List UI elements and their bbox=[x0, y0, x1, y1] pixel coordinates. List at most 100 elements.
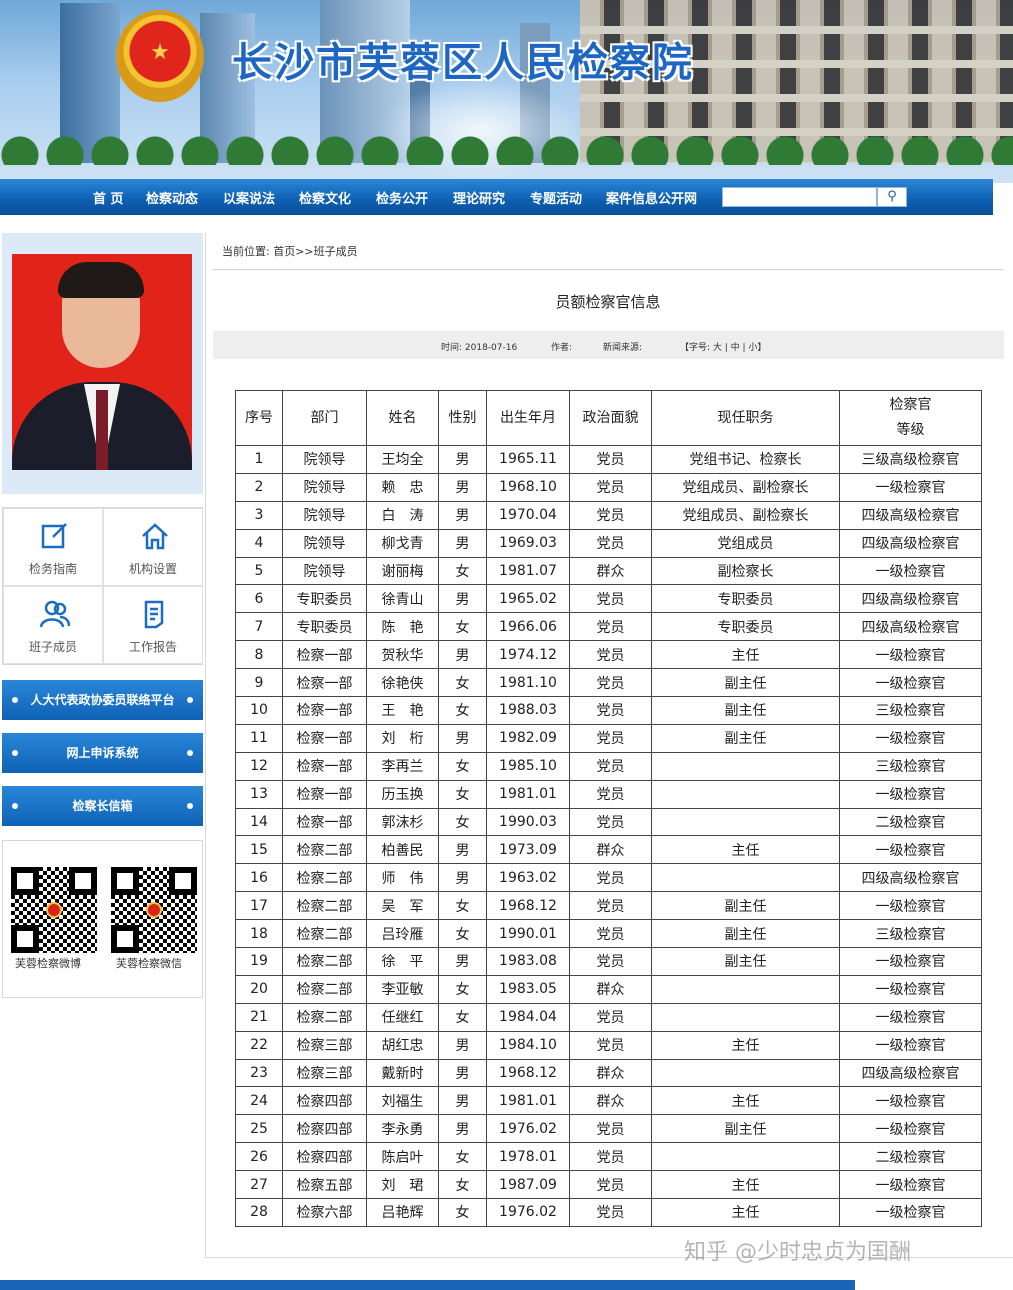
chief-mailbox-button[interactable]: 检察长信箱 bbox=[2, 786, 203, 826]
table-cell bbox=[651, 1002, 840, 1032]
table-cell: 王均全 bbox=[366, 445, 439, 474]
table-cell: 检察四部 bbox=[282, 1142, 367, 1172]
table-cell: 副主任 bbox=[651, 696, 840, 725]
table-row: 4 院领导 柳戈青男 1969.03 党员 党组成员 四级高级检察官 bbox=[235, 528, 982, 558]
table-row: 18 检察二部 吕玲雁女 1990.01 党员 副主任 三级检察官 bbox=[235, 919, 982, 949]
quick-link-guide[interactable]: 检务指南 bbox=[3, 508, 103, 586]
table-cell: 18 bbox=[235, 919, 283, 949]
nav-public-affairs[interactable]: 检务公开 bbox=[376, 188, 428, 207]
table-cell: 院领导 bbox=[282, 528, 367, 558]
table-cell: 1978.01 bbox=[486, 1142, 570, 1172]
table-cell: 检察一部 bbox=[282, 640, 367, 670]
table-cell: 历玉换 bbox=[366, 779, 439, 809]
table-cell: 胡红忠 bbox=[366, 1030, 439, 1060]
table-cell: 党员 bbox=[569, 1002, 652, 1032]
table-cell: 1963.02 bbox=[486, 863, 570, 893]
table-cell: 男 bbox=[438, 1114, 487, 1144]
table-cell: 群众 bbox=[569, 835, 652, 865]
nav-home[interactable]: 首 页 bbox=[93, 188, 124, 207]
table-row: 11 检察一部刘 桁男 1982.09 党员 副主任 一级检察官 bbox=[235, 723, 982, 753]
qr-panel: 芙蓉检察微博 芙蓉检察微信 bbox=[2, 840, 203, 998]
quick-link-organization[interactable]: 机构设置 bbox=[103, 508, 203, 586]
table-cell: 党员 bbox=[569, 751, 652, 781]
table-row: 21 检察二部 任继红女 1984.04 党员 一级检察官 bbox=[235, 1002, 982, 1032]
wechat-qr-label: 芙蓉检察微信 bbox=[116, 957, 182, 970]
table-cell: 院领导 bbox=[282, 556, 367, 586]
table-row: 17 检察二部吴 军女 1968.12 党员 副主任 一级检察官 bbox=[235, 891, 982, 921]
col-header: 现任职务 bbox=[651, 390, 840, 446]
table-cell bbox=[651, 1142, 840, 1172]
table-cell: 群众 bbox=[569, 1086, 652, 1116]
table-cell: 贺秋华 bbox=[366, 640, 439, 670]
nav-news[interactable]: 检察动态 bbox=[146, 188, 198, 207]
table-cell: 党员 bbox=[569, 445, 652, 474]
table-cell: 15 bbox=[235, 835, 283, 865]
table-cell: 党员 bbox=[569, 779, 652, 809]
article-source: 新闻来源: bbox=[603, 343, 643, 353]
table-row: 25 检察四部 李永勇男 1976.02 党员 副主任 一级检察官 bbox=[235, 1114, 982, 1144]
nav-theory[interactable]: 理论研究 bbox=[453, 188, 505, 207]
table-cell: 男 bbox=[438, 863, 487, 893]
table-cell: 副主任 bbox=[651, 668, 840, 698]
table-cell: 检察二部 bbox=[282, 835, 367, 865]
table-cell: 院领导 bbox=[282, 500, 367, 530]
table-cell: 1984.10 bbox=[486, 1030, 570, 1060]
table-cell: 二级检察官 bbox=[839, 1142, 982, 1172]
font-size-switch[interactable]: 【字号: 大 | 中 | 小】 bbox=[680, 340, 766, 353]
npc-cppcc-liaison-button[interactable]: 人大代表政协委员联络平台 bbox=[2, 680, 203, 720]
table-cell: 三级检察官 bbox=[839, 751, 982, 781]
table-cell: 1981.10 bbox=[486, 668, 570, 698]
table-cell: 4 bbox=[235, 528, 283, 558]
table-cell: 王 艳 bbox=[366, 696, 439, 725]
table-cell: 党员 bbox=[569, 696, 652, 725]
table-cell: 一级检察官 bbox=[839, 779, 982, 809]
table-cell: 陈 艳 bbox=[366, 612, 439, 642]
table-cell: 群众 bbox=[569, 974, 652, 1004]
table-cell: 柏善民 bbox=[366, 835, 439, 865]
table-cell: 一级检察官 bbox=[839, 723, 982, 753]
table-cell: 李永勇 bbox=[366, 1114, 439, 1144]
table-cell: 赖 忠 bbox=[366, 472, 439, 502]
nav-cases[interactable]: 以案说法 bbox=[223, 188, 275, 207]
table-cell: 1974.12 bbox=[486, 640, 570, 670]
quick-link-report[interactable]: 工作报告 bbox=[103, 586, 203, 664]
table-row: 3 院领导白 涛男 1970.04 党员 党组成员、副检察长 四级高级检察官 bbox=[235, 500, 982, 530]
search-icon[interactable]: ⚲ bbox=[877, 187, 907, 207]
table-cell: 检察一部 bbox=[282, 779, 367, 809]
table-cell: 11 bbox=[235, 723, 283, 753]
nav-culture[interactable]: 检察文化 bbox=[299, 188, 351, 207]
table-cell: 一级检察官 bbox=[839, 1030, 982, 1060]
online-appeal-button[interactable]: 网上申诉系统 bbox=[2, 733, 203, 773]
table-cell: 男 bbox=[438, 1058, 487, 1088]
table-cell: 13 bbox=[235, 779, 283, 809]
weibo-qr-code bbox=[11, 867, 97, 953]
col-header: 姓名 bbox=[366, 390, 439, 446]
table-cell: 1968.12 bbox=[486, 1058, 570, 1088]
table-cell: 1968.10 bbox=[486, 472, 570, 502]
nav-topics[interactable]: 专题活动 bbox=[530, 188, 582, 207]
table-cell: 党员 bbox=[569, 891, 652, 921]
table-cell: 男 bbox=[438, 528, 487, 558]
table-cell: 副主任 bbox=[651, 1114, 840, 1144]
table-row: 12 检察一部 李再兰女 1985.10 党员 三级检察官 bbox=[235, 751, 982, 781]
breadcrumb[interactable]: 当前位置: 首页>>班子成员 bbox=[222, 243, 358, 259]
table-cell: 26 bbox=[235, 1142, 283, 1172]
home-icon bbox=[142, 523, 168, 550]
people-icon bbox=[40, 600, 70, 628]
table-cell: 徐艳侠 bbox=[366, 668, 439, 698]
table-cell: 检察一部 bbox=[282, 668, 367, 698]
table-row: 24 检察四部 刘福生男 1981.01 群众 主任 一级检察官 bbox=[235, 1086, 982, 1116]
table-cell: 6 bbox=[235, 584, 283, 614]
table-cell: 检察五部 bbox=[282, 1170, 367, 1200]
table-cell: 四级高级检察官 bbox=[839, 863, 982, 893]
quick-link-label: 机构设置 bbox=[128, 562, 177, 576]
national-emblem-icon: ★ bbox=[116, 10, 204, 102]
search-input[interactable] bbox=[722, 187, 877, 207]
table-row: 16 检察二部师 伟男 1963.02 党员 四级高级检察官 bbox=[235, 863, 982, 893]
table-cell: 院领导 bbox=[282, 445, 367, 474]
nav-case-info[interactable]: 案件信息公开网 bbox=[606, 188, 697, 207]
quick-link-leadership[interactable]: 班子成员 bbox=[3, 586, 103, 664]
table-cell: 检察一部 bbox=[282, 751, 367, 781]
site-title: 长沙市芙蓉区人民检察院 bbox=[232, 40, 694, 86]
table-cell: 党员 bbox=[569, 723, 652, 753]
